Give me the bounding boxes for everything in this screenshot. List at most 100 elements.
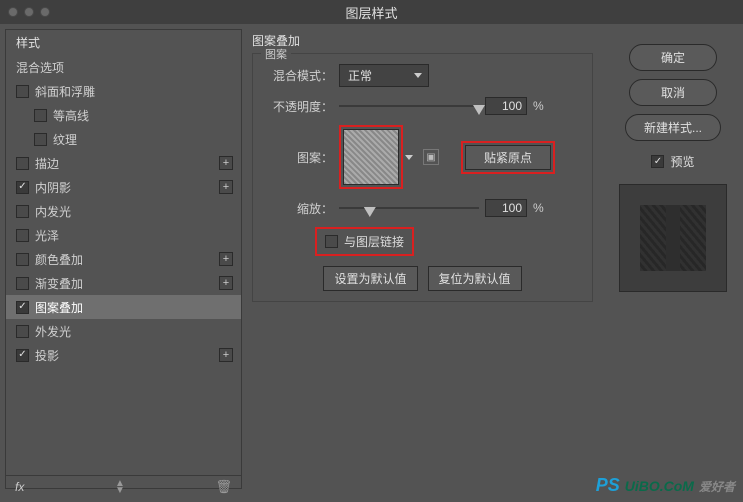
opacity-input[interactable] xyxy=(485,97,527,115)
style-item-satin[interactable]: 光泽 xyxy=(6,223,241,247)
style-item-texture[interactable]: 纹理 xyxy=(6,127,241,151)
fx-menu-icon[interactable]: fx xyxy=(15,480,24,494)
scale-label: 缩放： xyxy=(263,200,333,217)
styles-footer: fx ▲▼ 🗑 xyxy=(5,475,242,497)
style-item-contour[interactable]: 等高线 xyxy=(6,103,241,127)
new-preset-icon[interactable]: ▣ xyxy=(423,149,439,165)
blend-mode-label: 混合模式： xyxy=(263,67,333,84)
pattern-swatch[interactable] xyxy=(343,129,399,185)
fieldset-label: 图案 xyxy=(261,46,291,62)
minimize-window-icon[interactable] xyxy=(24,7,34,17)
snap-origin-button[interactable]: 贴紧原点 xyxy=(465,145,551,170)
trash-icon[interactable]: 🗑 xyxy=(215,479,232,495)
percent-label: % xyxy=(533,99,544,113)
blend-mode-select[interactable]: 正常 xyxy=(339,64,429,87)
add-color-overlay-icon[interactable]: + xyxy=(219,252,233,266)
label-bevel: 斜面和浮雕 xyxy=(35,83,95,100)
layer-style-dialog: 图层样式 样式 混合选项 斜面和浮雕 等高线 纹理 描边 xyxy=(0,0,743,502)
scale-slider[interactable] xyxy=(339,207,479,209)
make-default-button[interactable]: 设置为默认值 xyxy=(323,266,417,291)
opacity-label: 不透明度： xyxy=(263,98,333,115)
checkbox-outer-glow[interactable] xyxy=(16,325,29,338)
style-item-inner-shadow[interactable]: 内阴影 + xyxy=(6,175,241,199)
checkbox-satin[interactable] xyxy=(16,229,29,242)
label-satin: 光泽 xyxy=(35,227,59,244)
checkbox-color-overlay[interactable] xyxy=(16,253,29,266)
scale-slider-thumb[interactable] xyxy=(364,207,376,217)
titlebar: 图层样式 xyxy=(0,0,743,24)
scale-input[interactable] xyxy=(485,199,527,217)
label-texture: 纹理 xyxy=(53,131,77,148)
window-controls xyxy=(8,7,50,17)
reorder-icon[interactable]: ▲▼ xyxy=(115,480,125,494)
checkbox-texture[interactable] xyxy=(34,133,47,146)
label-drop-shadow: 投影 xyxy=(35,347,59,364)
link-row: 与图层链接 xyxy=(315,227,582,256)
label-inner-glow: 内发光 xyxy=(35,203,71,220)
preview-label: 预览 xyxy=(670,153,694,170)
snap-origin-highlight: 贴紧原点 xyxy=(461,141,555,174)
add-inner-shadow-icon[interactable]: + xyxy=(219,180,233,194)
label-contour: 等高线 xyxy=(53,107,89,124)
label-stroke: 描边 xyxy=(35,155,59,172)
checkbox-pattern-overlay[interactable] xyxy=(16,301,29,314)
styles-panel: 样式 混合选项 斜面和浮雕 等高线 纹理 描边 + 内阴影 xyxy=(0,24,242,502)
label-gradient-overlay: 渐变叠加 xyxy=(35,275,83,292)
style-item-drop-shadow[interactable]: 投影 + xyxy=(6,343,241,367)
link-layer-checkbox[interactable] xyxy=(325,235,338,248)
label-outer-glow: 外发光 xyxy=(35,323,71,340)
pattern-row: 图案： ▣ 贴紧原点 xyxy=(263,125,582,189)
checkbox-drop-shadow[interactable] xyxy=(16,349,29,362)
section-title: 图案叠加 xyxy=(252,32,593,51)
blend-options-row[interactable]: 混合选项 xyxy=(6,55,241,79)
pattern-highlight xyxy=(339,125,403,189)
label-color-overlay: 颜色叠加 xyxy=(35,251,83,268)
blend-mode-row: 混合模式： 正常 xyxy=(263,64,582,87)
pattern-dropdown-icon[interactable] xyxy=(405,155,417,160)
defaults-row: 设置为默认值 复位为默认值 xyxy=(263,266,582,291)
watermark: PS UiBO.CoM 爱好者 xyxy=(596,475,735,496)
style-item-gradient-overlay[interactable]: 渐变叠加 + xyxy=(6,271,241,295)
opacity-row: 不透明度： % xyxy=(263,97,582,115)
styles-header[interactable]: 样式 xyxy=(6,30,241,55)
dialog-body: 样式 混合选项 斜面和浮雕 等高线 纹理 描边 + 内阴影 xyxy=(0,24,743,502)
checkbox-inner-glow[interactable] xyxy=(16,205,29,218)
preview-swatch xyxy=(640,205,706,271)
pattern-fieldset: 图案 混合模式： 正常 不透明度： % 图案： xyxy=(252,53,593,302)
blend-options-label: 混合选项 xyxy=(16,59,64,76)
label-inner-shadow: 内阴影 xyxy=(35,179,71,196)
preview-toggle[interactable]: 预览 xyxy=(651,153,694,170)
new-style-button[interactable]: 新建样式... xyxy=(625,114,721,141)
preview-box xyxy=(619,184,727,292)
options-panel: 图案叠加 图案 混合模式： 正常 不透明度： % 图案： xyxy=(242,24,603,502)
add-drop-shadow-icon[interactable]: + xyxy=(219,348,233,362)
checkbox-stroke[interactable] xyxy=(16,157,29,170)
opacity-slider[interactable] xyxy=(339,105,479,107)
checkbox-gradient-overlay[interactable] xyxy=(16,277,29,290)
preview-checkbox[interactable] xyxy=(651,155,664,168)
reset-default-button[interactable]: 复位为默认值 xyxy=(428,266,522,291)
dialog-title: 图层样式 xyxy=(345,3,397,22)
opacity-slider-thumb[interactable] xyxy=(473,105,485,115)
maximize-window-icon[interactable] xyxy=(40,7,50,17)
checkbox-bevel[interactable] xyxy=(16,85,29,98)
add-stroke-icon[interactable]: + xyxy=(219,156,233,170)
link-label: 与图层链接 xyxy=(344,233,404,250)
actions-panel: 确定 取消 新建样式... 预览 xyxy=(603,24,743,502)
style-item-stroke[interactable]: 描边 + xyxy=(6,151,241,175)
label-pattern-overlay: 图案叠加 xyxy=(35,299,83,316)
style-item-inner-glow[interactable]: 内发光 xyxy=(6,199,241,223)
add-gradient-overlay-icon[interactable]: + xyxy=(219,276,233,290)
style-item-outer-glow[interactable]: 外发光 xyxy=(6,319,241,343)
close-window-icon[interactable] xyxy=(8,7,18,17)
ok-button[interactable]: 确定 xyxy=(629,44,717,71)
link-highlight: 与图层链接 xyxy=(315,227,414,256)
style-item-pattern-overlay[interactable]: 图案叠加 xyxy=(6,295,241,319)
style-item-bevel[interactable]: 斜面和浮雕 xyxy=(6,79,241,103)
cancel-button[interactable]: 取消 xyxy=(629,79,717,106)
pattern-label: 图案： xyxy=(263,149,333,166)
checkbox-inner-shadow[interactable] xyxy=(16,181,29,194)
style-item-color-overlay[interactable]: 颜色叠加 + xyxy=(6,247,241,271)
checkbox-contour[interactable] xyxy=(34,109,47,122)
scale-row: 缩放： % xyxy=(263,199,582,217)
